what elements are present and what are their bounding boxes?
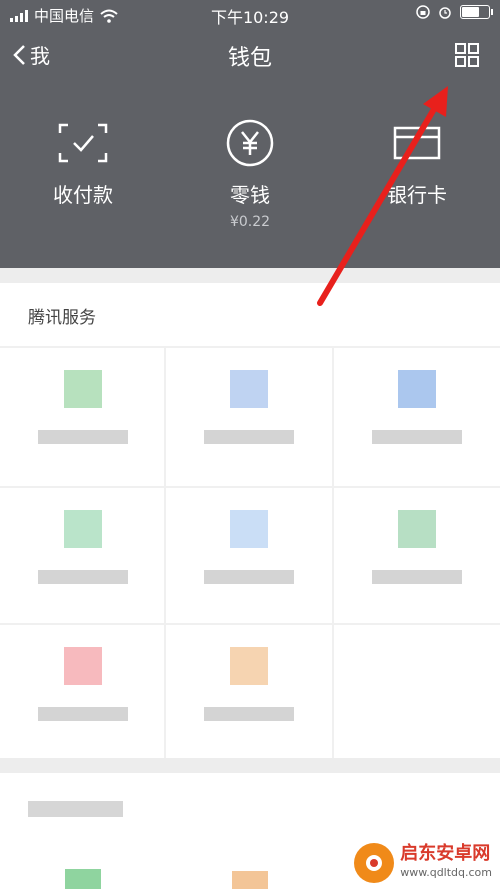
shortcut-label: 银行卡	[387, 183, 447, 207]
service-icon-blurred	[65, 869, 101, 889]
service-label-blurred	[372, 570, 462, 584]
service-tile[interactable]	[334, 348, 500, 483]
service-label-blurred	[204, 570, 294, 584]
service-tile[interactable]	[166, 348, 332, 483]
change-balance: ¥0.22	[229, 214, 271, 230]
watermark-title: 启东安卓网	[400, 842, 491, 864]
service-icon-blurred	[230, 370, 268, 408]
service-label-blurred	[38, 570, 128, 584]
battery-fill	[462, 7, 479, 17]
service-label-blurred	[38, 707, 128, 721]
card-icon	[393, 126, 441, 160]
service-tile[interactable]	[166, 625, 332, 760]
service-icon-blurred	[64, 510, 102, 548]
watermark-logo-icon	[354, 843, 395, 883]
watermark: 启东安卓网 www.qdltdq.com	[354, 843, 492, 883]
scan-icon	[58, 123, 108, 163]
battery-icon	[460, 5, 493, 19]
service-icon-blurred	[398, 510, 436, 548]
watermark-url: www.qdltdq.com	[400, 865, 492, 879]
service-icon-blurred	[64, 647, 102, 685]
service-label-blurred	[204, 707, 294, 721]
shortcut-label: 收付款	[53, 183, 113, 207]
shortcut-change[interactable]: 零钱 ¥0.22	[180, 119, 320, 230]
service-label-blurred	[204, 430, 294, 444]
status-bar: 中国电信 下午10:29	[0, 0, 500, 28]
section-title-blurred	[28, 801, 123, 817]
service-tile[interactable]	[334, 488, 500, 623]
alarm-icon	[439, 7, 451, 19]
watermark-text: 启东安卓网 www.qdltdq.com	[400, 842, 492, 882]
wallet-header: 我 钱包 收付款 零钱 ¥0.22 银行卡	[0, 28, 500, 268]
service-tile[interactable]	[0, 488, 166, 623]
shortcut-label: 零钱	[230, 183, 270, 207]
rotation-lock-icon	[416, 5, 430, 19]
service-tile[interactable]	[0, 348, 166, 483]
service-label-blurred	[38, 430, 128, 444]
service-tile[interactable]	[166, 488, 332, 623]
service-icon-blurred	[230, 647, 268, 685]
grid-menu-icon[interactable]	[454, 42, 480, 68]
service-icon-blurred	[398, 370, 436, 408]
service-icon-blurred	[232, 871, 268, 889]
yuan-icon	[226, 119, 274, 167]
service-label-blurred	[372, 430, 462, 444]
page-title: 钱包	[227, 46, 272, 71]
tencent-services-card: 腾讯服务	[0, 283, 500, 758]
status-right	[416, 5, 493, 19]
shortcut-pay[interactable]: 收付款	[13, 123, 153, 208]
section-title: 腾讯服务	[28, 308, 96, 328]
shortcut-bank-card[interactable]: 银行卡	[347, 123, 487, 208]
service-icon-blurred	[64, 370, 102, 408]
service-tile[interactable]	[0, 625, 166, 760]
service-icon-blurred	[230, 510, 268, 548]
